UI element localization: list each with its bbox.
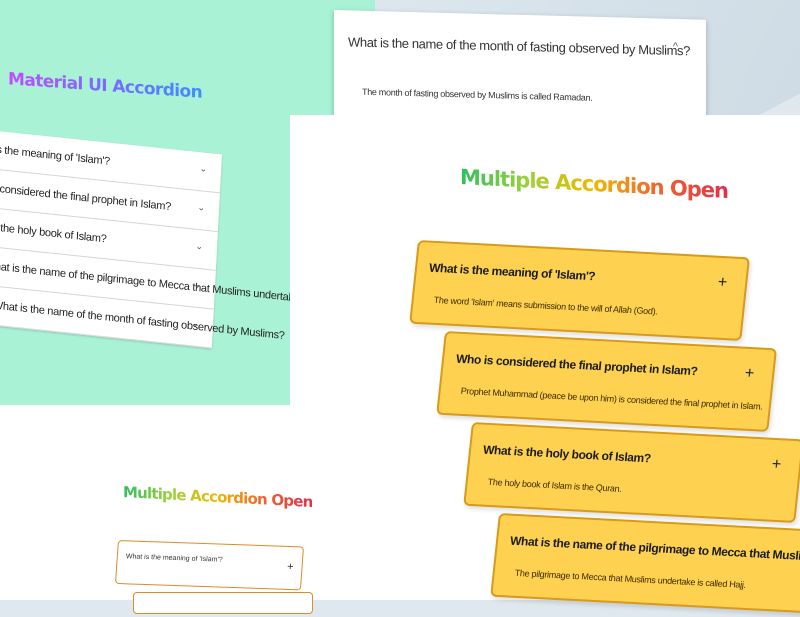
plus-icon[interactable]: + [287,561,294,573]
accordion-question: Who is considered the final prophet in I… [455,351,699,379]
accordion-answer: Prophet Muhammad (peace be upon him) is … [460,385,764,412]
small-accordion-item[interactable]: What is the meaning of 'Islam'? + [114,540,304,591]
mui-accordion-label: What is the meaning of 'Islam'? [0,141,111,168]
small-accordion-item[interactable] [133,592,313,614]
mui-expanded-answer: The month of fasting observed by Muslims… [362,86,593,103]
accordion-answer: The pilgrimage to Mecca that Muslims und… [514,567,747,590]
multiple-accordion-item[interactable]: What is the holy book of Islam? + The ho… [463,422,800,523]
chevron-down-icon: ⌄ [197,201,206,213]
mui-expanded-question: What is the name of the month of fasting… [348,34,690,59]
plus-icon[interactable]: + [744,365,755,383]
chevron-down-icon: ⌄ [195,240,204,252]
mui-accordion-list: What is the meaning of 'Islam'? ⌄ Who is… [0,127,306,349]
plus-icon[interactable]: + [771,456,782,474]
accordion-question: What is the holy book of Islam? [482,442,652,466]
chevron-down-icon: ⌄ [193,279,202,291]
chevron-down-icon: ⌄ [191,318,200,330]
mui-accordion-label: Who is considered the final prophet in I… [0,180,172,214]
chevron-down-icon: ⌄ [199,163,208,174]
accordion-question: What is the meaning of 'Islam'? [428,260,596,284]
accordion-answer: The word 'Islam' means submission to the… [433,294,659,317]
accordion-answer: The holy book of Islam is the Quran. [487,476,623,494]
mui-accordion-label: What is the holy book of Islam? [0,218,107,246]
multiple-accordion-item[interactable]: Who is considered the final prophet in I… [436,331,777,432]
plus-icon[interactable]: + [717,274,728,292]
small-accordion-question: What is the meaning of 'Islam'? [125,553,223,564]
chevron-up-icon[interactable]: ^ [673,41,678,53]
multiple-accordion-item[interactable]: What is the meaning of 'Islam'? + The wo… [409,240,750,341]
mui-expanded-accordion[interactable]: What is the name of the month of fasting… [334,10,706,126]
accordion-question: What is the name of the pilgrimage to Me… [509,533,800,567]
